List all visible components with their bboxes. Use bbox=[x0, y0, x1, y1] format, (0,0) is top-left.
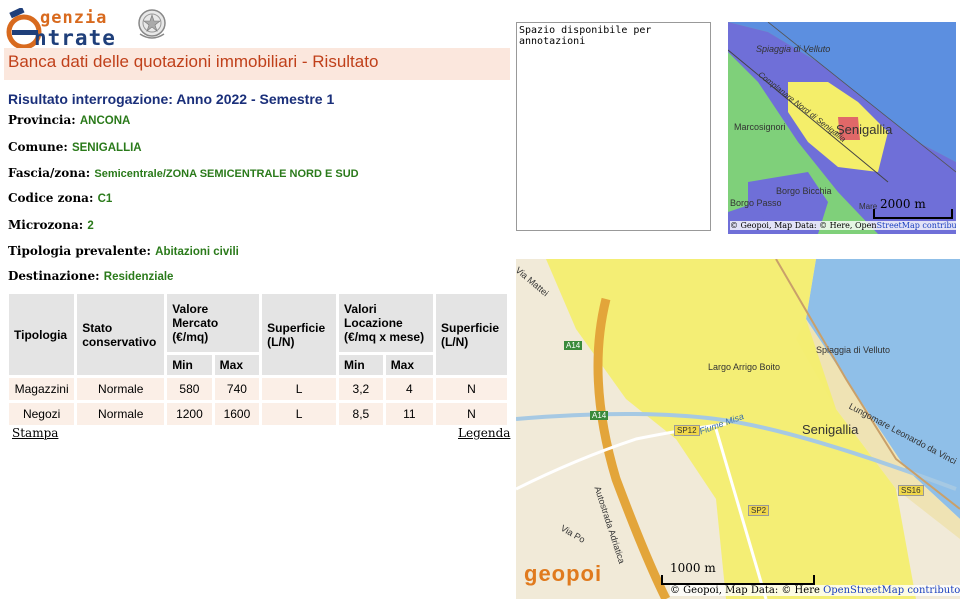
header-max: Max bbox=[385, 355, 433, 375]
field-label: Provincia: bbox=[8, 113, 76, 127]
field-value: Residenziale bbox=[103, 271, 174, 283]
cell-superficie: L bbox=[262, 378, 337, 400]
header-valore-mercato: Valore Mercato (€/mq) bbox=[167, 294, 260, 352]
field-comune: Comune: SENIGALLIA bbox=[8, 140, 142, 154]
header-superficie: Superficie (L/N) bbox=[262, 294, 337, 375]
map-label: Spiaggia di Velluto bbox=[816, 345, 891, 355]
italian-republic-emblem-icon bbox=[138, 9, 166, 39]
header-valori-locazione: Valori Locazione (€/mq x mese) bbox=[339, 294, 433, 352]
map-scale-bar bbox=[873, 209, 953, 219]
map-label: Senigallia bbox=[836, 122, 893, 137]
page-title: Banca dati delle quotazioni immobiliari … bbox=[4, 48, 510, 80]
field-destinazione: Destinazione: Residenziale bbox=[8, 269, 173, 283]
field-fascia-zona: Fascia/zona: Semicentrale/ZONA SEMICENTR… bbox=[8, 166, 359, 180]
cell-vl-max: 4 bbox=[385, 378, 433, 400]
cell-vm-min: 580 bbox=[167, 378, 212, 400]
field-value: 2 bbox=[87, 220, 94, 232]
detail-map[interactable]: Via Mattei Spiaggia di Velluto Largo Arr… bbox=[516, 259, 960, 599]
header-tipologia: Tipologia bbox=[9, 294, 75, 375]
header-min: Min bbox=[339, 355, 383, 375]
logo-text-bottom: ntrate bbox=[34, 26, 116, 50]
geopoi-logo: geopoi bbox=[524, 561, 603, 586]
field-label: Tipologia prevalente: bbox=[8, 244, 151, 258]
field-label: Destinazione: bbox=[8, 269, 100, 283]
cell-vl-min: 8,5 bbox=[339, 403, 383, 425]
notes-textarea[interactable]: Spazio disponibile per annotazioni bbox=[516, 22, 711, 231]
road-shield: SP2 bbox=[748, 505, 770, 516]
map-label: Largo Arrigo Boito bbox=[708, 362, 781, 372]
cell-tipologia: Negozi bbox=[9, 403, 75, 425]
map-attribution: © Geopoi, Map Data: © Here OpenStreetMap… bbox=[670, 585, 960, 596]
map-attribution-text: © Geopoi, Map Data: © Here, Open bbox=[730, 221, 877, 230]
map-attribution-link[interactable]: StreetMap contributors bbox=[877, 221, 956, 230]
header-max: Max bbox=[214, 355, 260, 375]
cell-superficie: N bbox=[435, 378, 507, 400]
map-label: Spiaggia di Velluto bbox=[756, 44, 831, 54]
cell-vm-max: 740 bbox=[214, 378, 260, 400]
map-label: Borgo Passo bbox=[730, 198, 782, 208]
field-microzona: Microzona: 2 bbox=[8, 218, 94, 232]
table-header-row: Tipologia Stato conservativo Valore Merc… bbox=[9, 294, 507, 375]
stampa-link[interactable]: Stampa bbox=[12, 426, 58, 440]
field-codice-zona: Codice zona: C1 bbox=[8, 191, 112, 205]
road-shield: A14 bbox=[590, 411, 609, 420]
table-row: Magazzini Normale 580 740 L 3,2 4 N bbox=[9, 378, 507, 400]
field-value: Abitazioni civili bbox=[155, 246, 239, 258]
field-value: ANCONA bbox=[79, 115, 131, 127]
cell-superficie: L bbox=[262, 403, 337, 425]
field-label: Codice zona: bbox=[8, 191, 94, 205]
legenda-link[interactable]: Legenda bbox=[458, 426, 510, 440]
field-value: C1 bbox=[97, 193, 113, 205]
table-row: Negozi Normale 1200 1600 L 8,5 11 N bbox=[9, 403, 507, 425]
cell-stato: Normale bbox=[77, 378, 165, 400]
field-label: Microzona: bbox=[8, 218, 84, 232]
quotazioni-table: Tipologia Stato conservativo Valore Merc… bbox=[6, 291, 510, 428]
agenzia-entrate-logo: genzia ntrate bbox=[4, 4, 174, 50]
cell-stato: Normale bbox=[77, 403, 165, 425]
cell-vm-min: 1200 bbox=[167, 403, 212, 425]
cell-vm-max: 1600 bbox=[214, 403, 260, 425]
cell-vl-min: 3,2 bbox=[339, 378, 383, 400]
field-label: Fascia/zona: bbox=[8, 166, 91, 180]
map-label: Senigallia bbox=[802, 422, 859, 437]
road-shield: A14 bbox=[564, 341, 583, 350]
overview-map[interactable]: Spiaggia di Velluto Complanare Nord di S… bbox=[728, 22, 956, 234]
field-tipologia-prevalente: Tipologia prevalente: Abitazioni civili bbox=[8, 244, 239, 258]
cell-tipologia: Magazzini bbox=[9, 378, 75, 400]
cell-superficie: N bbox=[435, 403, 507, 425]
result-subtitle: Risultato interrogazione: Anno 2022 - Se… bbox=[8, 91, 335, 107]
header-stato-conservativo: Stato conservativo bbox=[77, 294, 165, 375]
field-value: Semicentrale/ZONA SEMICENTRALE NORD E SU… bbox=[94, 168, 359, 180]
cell-vl-max: 11 bbox=[385, 403, 433, 425]
map-attribution: © Geopoi, Map Data: © Here, OpenStreetMa… bbox=[730, 221, 956, 230]
header-min: Min bbox=[167, 355, 212, 375]
map-attribution-link[interactable]: OpenStreetMap contributors bbox=[823, 585, 960, 596]
map-label: Marcosignori bbox=[734, 122, 786, 132]
field-label: Comune: bbox=[8, 140, 68, 154]
field-provincia: Provincia: ANCONA bbox=[8, 113, 130, 127]
header-superficie: Superficie (L/N) bbox=[435, 294, 507, 375]
road-shield: SP12 bbox=[674, 425, 700, 436]
map-label: Borgo Bicchia bbox=[776, 186, 832, 196]
field-value: SENIGALLIA bbox=[71, 142, 142, 154]
road-shield: SS16 bbox=[898, 485, 924, 496]
logo-text-top: genzia bbox=[40, 8, 108, 28]
map-attribution-text: © Geopoi, Map Data: © Here bbox=[670, 585, 820, 596]
